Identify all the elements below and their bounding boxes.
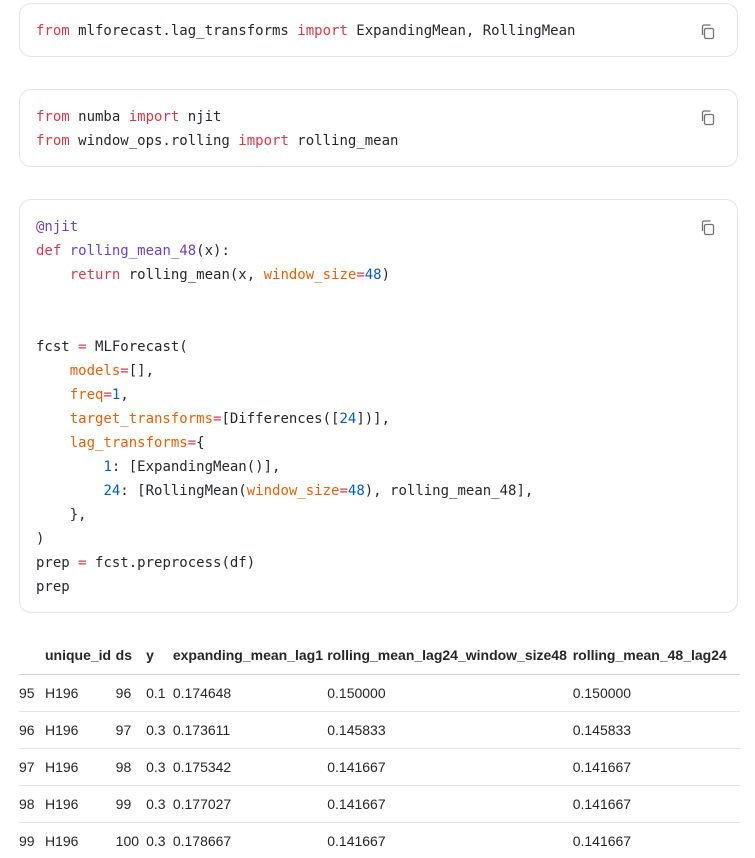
row-index-cell: 99 — [19, 822, 45, 858]
table-cell: 99 — [115, 785, 147, 823]
column-header-rolling-mean-48-lag24: rolling_mean_48_lag24 — [572, 636, 740, 675]
table-header-row: unique_id ds y expanding_mean_lag1 rolli… — [19, 636, 740, 675]
row-index-cell: 96 — [19, 711, 45, 749]
column-header-ds: ds — [115, 636, 147, 675]
table-cell: 0.141667 — [572, 822, 740, 858]
table-cell: 0.3 — [146, 785, 173, 823]
row-index-cell: 97 — [19, 748, 45, 786]
row-index-cell: 95 — [19, 674, 45, 712]
table-cell: 0.174648 — [172, 674, 328, 712]
column-header-unique-id: unique_id — [45, 636, 116, 675]
table-cell: 0.173611 — [172, 711, 328, 749]
table-cell: H196 — [45, 748, 116, 786]
table-cell: 0.3 — [146, 748, 173, 786]
table-cell: H196 — [45, 711, 116, 749]
table-row: 97 H196 98 0.3 0.175342 0.141667 0.141667 — [19, 748, 740, 786]
table-cell: 0.3 — [146, 822, 173, 858]
table-cell: 96 — [115, 674, 147, 712]
table-cell: H196 — [45, 674, 116, 712]
table-row: 99 H196 100 0.3 0.178667 0.141667 0.141667 — [19, 822, 740, 858]
table-cell: 0.178667 — [172, 822, 328, 858]
table-cell: 0.141667 — [327, 785, 573, 823]
column-header-rolling-mean-lag24-window-size48: rolling_mean_lag24_window_size48 — [327, 636, 573, 675]
table-cell: 0.145833 — [327, 711, 573, 749]
output-table-wrapper[interactable]: unique_id ds y expanding_mean_lag1 rolli… — [0, 0, 740, 858]
output-dataframe: unique_id ds y expanding_mean_lag1 rolli… — [19, 636, 740, 858]
table-cell: 0.3 — [146, 711, 173, 749]
table-cell: H196 — [45, 822, 116, 858]
row-index-cell: 98 — [19, 785, 45, 823]
table-row: 98 H196 99 0.3 0.177027 0.141667 0.141667 — [19, 785, 740, 823]
table-cell: 0.175342 — [172, 748, 328, 786]
table-cell: 0.141667 — [327, 748, 573, 786]
column-header-expanding-mean-lag1: expanding_mean_lag1 — [172, 636, 328, 675]
table-cell: H196 — [45, 785, 116, 823]
table-cell: 0.141667 — [327, 822, 573, 858]
table-cell: 0.145833 — [572, 711, 740, 749]
table-cell: 0.150000 — [572, 674, 740, 712]
table-cell: 0.141667 — [572, 785, 740, 823]
table-cell: 98 — [115, 748, 147, 786]
table-row: 96 H196 97 0.3 0.173611 0.145833 0.145833 — [19, 711, 740, 749]
table-row: 95 H196 96 0.1 0.174648 0.150000 0.150000 — [19, 674, 740, 712]
table-cell: 100 — [115, 822, 147, 858]
table-cell: 97 — [115, 711, 147, 749]
column-header-index — [19, 636, 45, 675]
table-cell: 0.1 — [146, 674, 173, 712]
table-cell: 0.150000 — [327, 674, 573, 712]
table-cell: 0.141667 — [572, 748, 740, 786]
table-cell: 0.177027 — [172, 785, 328, 823]
column-header-y: y — [146, 636, 173, 675]
